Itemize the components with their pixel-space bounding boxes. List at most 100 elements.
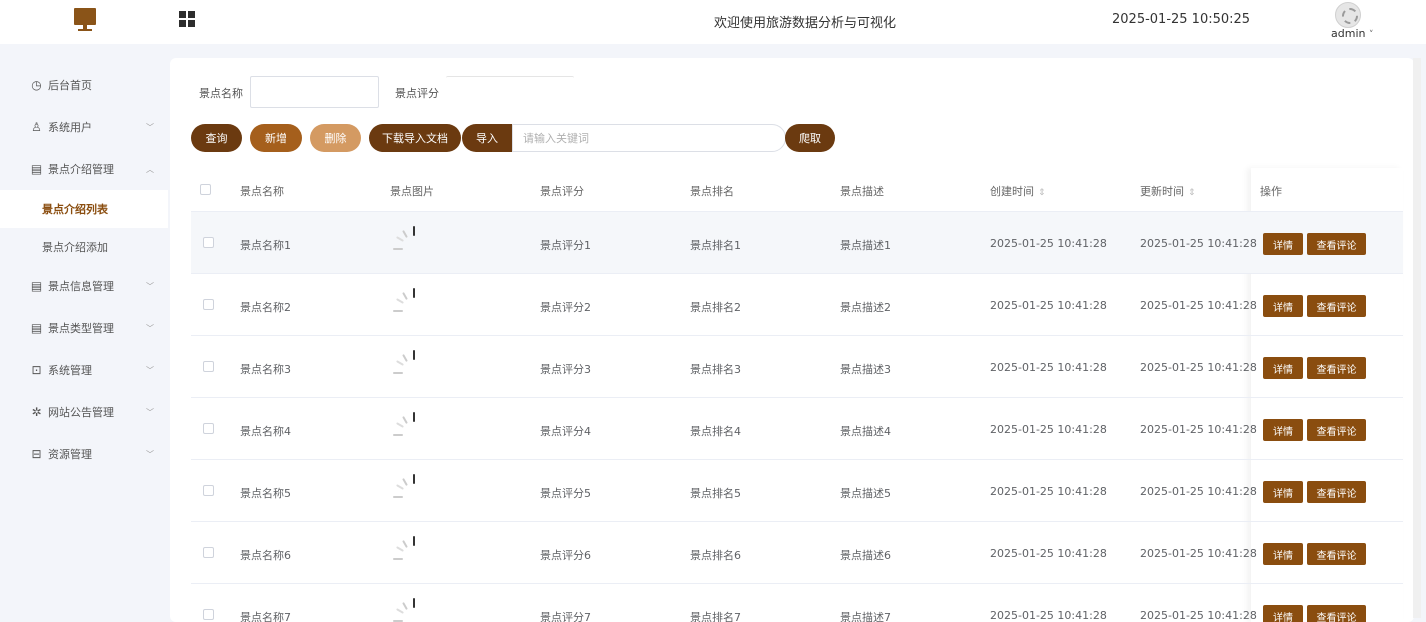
- table-row[interactable]: 景点名称6 景点评分6 景点排名6 景点描述6 2025-01-25 10:41:28 2…: [191, 522, 1403, 584]
- sidebar-item-label: 后台首页: [48, 79, 92, 92]
- keyword-input[interactable]: [512, 124, 786, 152]
- view-comments-button[interactable]: 查看评论: [1307, 357, 1366, 379]
- view-comments-button[interactable]: 查看评论: [1307, 295, 1366, 317]
- cell-created: 2025-01-25 10:41:28: [990, 361, 1107, 374]
- row-checkbox[interactable]: [203, 609, 214, 620]
- sidebar-subitem-intro-list[interactable]: 景点介绍列表: [0, 190, 168, 228]
- cell-updated: 2025-01-25 10:41:28: [1140, 547, 1257, 560]
- cell-description: 景点描述3: [840, 363, 891, 376]
- table-row[interactable]: 景点名称7 景点评分7 景点排名7 景点描述7 2025-01-25 10:41:28 2…: [191, 584, 1403, 622]
- detail-button[interactable]: 详情: [1263, 419, 1303, 441]
- sidebar-subitem-label: 景点介绍列表: [42, 203, 108, 216]
- column-header-description: 景点描述: [840, 185, 884, 198]
- cell-name: 景点名称7: [240, 611, 291, 622]
- cell-rank: 景点排名4: [690, 425, 741, 438]
- sidebar-item-label: 景点类型管理: [48, 322, 114, 335]
- column-header-score: 景点评分: [540, 185, 584, 198]
- sidebar-item-label: 系统管理: [48, 364, 92, 377]
- monitor-icon: ⊟: [31, 446, 42, 461]
- crawl-button[interactable]: 爬取: [785, 124, 835, 152]
- cell-rank: 景点排名5: [690, 487, 741, 500]
- name-filter-input[interactable]: [250, 76, 379, 108]
- column-header-updated[interactable]: 更新时间 ⇕: [1140, 183, 1196, 199]
- row-checkbox[interactable]: [203, 547, 214, 558]
- loading-image-icon: [391, 348, 425, 382]
- cell-updated: 2025-01-25 10:41:28: [1140, 299, 1257, 312]
- loading-image-icon: [391, 534, 425, 568]
- cell-name: 景点名称3: [240, 363, 291, 376]
- table-row[interactable]: 景点名称3 景点评分3 景点排名3 景点描述3 2025-01-25 10:41:28 2…: [191, 336, 1403, 398]
- sidebar-item-label: 景点介绍管理: [48, 163, 114, 176]
- sidebar-item-type-management[interactable]: ▤ 景点类型管理 ﹀: [0, 307, 168, 349]
- table-row[interactable]: 景点名称1 景点评分1 景点排名1 景点描述1 2025-01-25 10:41:28 2…: [191, 212, 1403, 274]
- cell-description: 景点描述5: [840, 487, 891, 500]
- table-row[interactable]: 景点名称2 景点评分2 景点排名2 景点描述2 2025-01-25 10:41:28 2…: [191, 274, 1403, 336]
- cell-name: 景点名称5: [240, 487, 291, 500]
- table-row[interactable]: 景点名称5 景点评分5 景点排名5 景点描述5 2025-01-25 10:41:28 2…: [191, 460, 1403, 522]
- view-comments-button[interactable]: 查看评论: [1307, 481, 1366, 503]
- user-icon: ♙: [31, 119, 42, 134]
- delete-button[interactable]: 删除: [310, 124, 361, 152]
- sidebar-item-intro-management[interactable]: ▤ 景点介绍管理 ︿: [0, 148, 168, 190]
- chevron-down-icon: ˅: [1368, 30, 1374, 40]
- sidebar-item-label: 系统用户: [48, 121, 92, 134]
- column-header-created[interactable]: 创建时间 ⇕: [990, 183, 1046, 199]
- sidebar-item-system-management[interactable]: ⊡ 系统管理 ﹀: [0, 349, 168, 391]
- doc-icon: ▤: [30, 278, 43, 293]
- sort-icon[interactable]: ⇕: [1038, 188, 1046, 198]
- column-header-image: 景点图片: [390, 185, 434, 198]
- query-button[interactable]: 查询: [191, 124, 242, 152]
- sort-icon[interactable]: ⇕: [1188, 188, 1196, 198]
- avatar[interactable]: [1335, 2, 1361, 28]
- sidebar-subitem-intro-add[interactable]: 景点介绍添加: [0, 228, 168, 266]
- sidebar-subitem-label: 景点介绍添加: [42, 241, 108, 254]
- import-button[interactable]: 导入: [462, 124, 512, 152]
- cell-description: 景点描述4: [840, 425, 891, 438]
- user-menu[interactable]: admin ˅: [1331, 27, 1373, 40]
- view-comments-button[interactable]: 查看评论: [1307, 419, 1366, 441]
- score-filter-input[interactable]: [446, 76, 574, 108]
- loading-image-icon: [391, 596, 425, 622]
- chevron-down-icon: ﹀: [146, 449, 154, 459]
- cell-created: 2025-01-25 10:41:28: [990, 299, 1107, 312]
- row-checkbox[interactable]: [203, 237, 214, 248]
- folder-icon: ⊡: [31, 362, 42, 377]
- sidebar-item-dashboard[interactable]: ◷ 后台首页: [0, 64, 168, 106]
- add-button[interactable]: 新增: [250, 124, 302, 152]
- header-datetime: 2025-01-25 10:50:25: [1112, 12, 1251, 27]
- sidebar-item-info-management[interactable]: ▤ 景点信息管理 ﹀: [0, 265, 168, 307]
- sidebar-item-users[interactable]: ♙ 系统用户 ﹀: [0, 106, 168, 148]
- cell-rank: 景点排名2: [690, 301, 741, 314]
- loading-image-icon: [391, 472, 425, 506]
- page-title: 欢迎使用旅游数据分析与可视化: [713, 16, 896, 31]
- vertical-scrollbar[interactable]: [1413, 58, 1421, 618]
- download-template-button[interactable]: 下载导入文档: [369, 124, 461, 152]
- column-header-actions: 操作: [1260, 185, 1282, 198]
- grid-menu-icon[interactable]: [179, 11, 195, 27]
- score-filter-label: 景点评分: [395, 87, 439, 100]
- detail-button[interactable]: 详情: [1263, 233, 1303, 255]
- sidebar-item-label: 景点信息管理: [48, 280, 114, 293]
- view-comments-button[interactable]: 查看评论: [1307, 233, 1366, 255]
- loading-image-icon: [391, 410, 425, 444]
- detail-button[interactable]: 详情: [1263, 543, 1303, 565]
- detail-button[interactable]: 详情: [1263, 605, 1303, 622]
- keyword-input-field[interactable]: [513, 125, 785, 151]
- detail-button[interactable]: 详情: [1263, 295, 1303, 317]
- row-checkbox[interactable]: [203, 299, 214, 310]
- name-filter-label: 景点名称: [199, 87, 243, 100]
- sidebar-item-label: 资源管理: [48, 448, 92, 461]
- sidebar-item-announcements[interactable]: ✲ 网站公告管理 ﹀: [0, 391, 168, 433]
- table-row[interactable]: 景点名称4 景点评分4 景点排名4 景点描述4 2025-01-25 10:41:28 2…: [191, 398, 1403, 460]
- row-checkbox[interactable]: [203, 361, 214, 372]
- view-comments-button[interactable]: 查看评论: [1307, 605, 1366, 622]
- detail-button[interactable]: 详情: [1263, 481, 1303, 503]
- view-comments-button[interactable]: 查看评论: [1307, 543, 1366, 565]
- row-checkbox[interactable]: [203, 423, 214, 434]
- chevron-down-icon: ﹀: [146, 407, 154, 417]
- row-checkbox[interactable]: [203, 485, 214, 496]
- detail-button[interactable]: 详情: [1263, 357, 1303, 379]
- select-all-checkbox[interactable]: [200, 184, 211, 195]
- sidebar-item-resources[interactable]: ⊟ 资源管理 ﹀: [0, 433, 168, 475]
- top-header: 欢迎使用旅游数据分析与可视化 2025-01-25 10:50:25 admin…: [0, 0, 1426, 44]
